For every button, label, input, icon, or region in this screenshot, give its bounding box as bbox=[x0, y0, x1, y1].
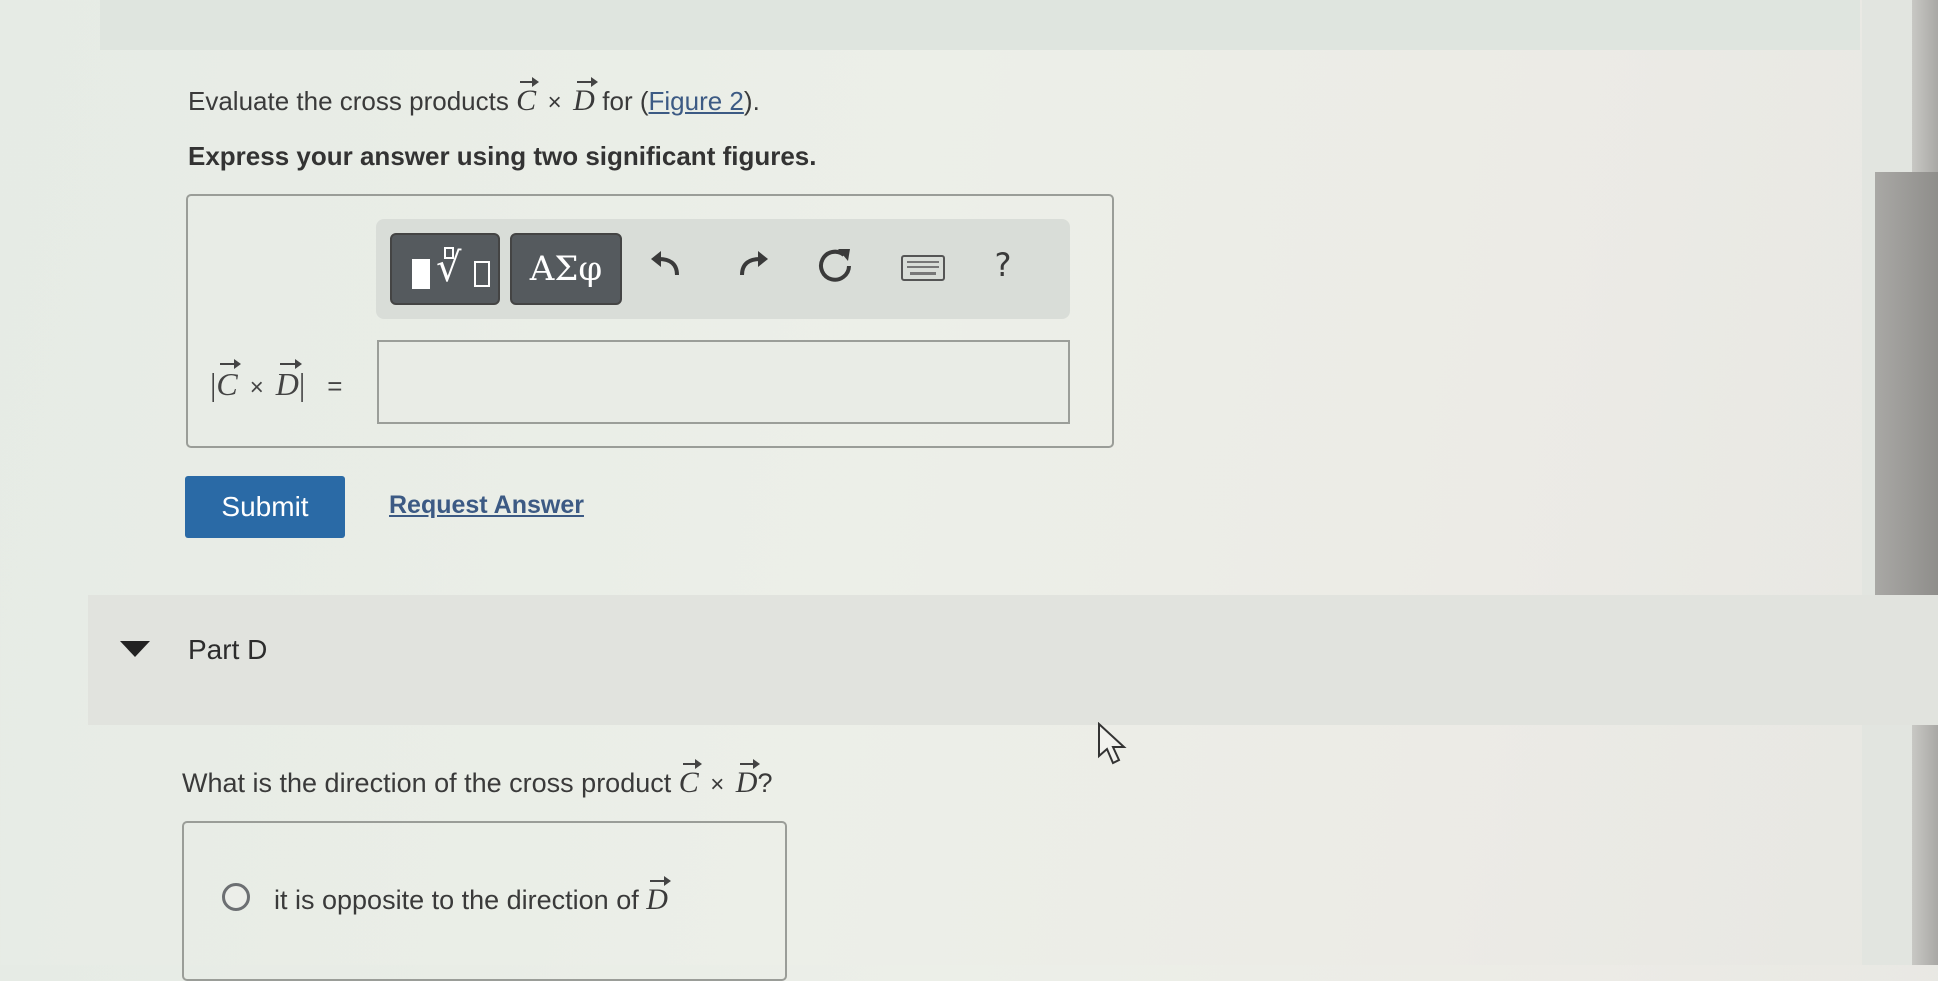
vector-d: D bbox=[573, 77, 598, 117]
label-vector-d: D bbox=[275, 359, 302, 402]
figure-link[interactable]: Figure 2 bbox=[649, 86, 744, 116]
equals-sign: = bbox=[327, 371, 343, 401]
greek-symbols-button[interactable]: ΑΣφ bbox=[510, 233, 622, 305]
cross-symbol: × bbox=[547, 89, 562, 116]
request-answer-link[interactable]: Request Answer bbox=[389, 491, 584, 520]
part-d-header[interactable] bbox=[88, 595, 1938, 725]
part-d-question-suffix: ? bbox=[757, 768, 773, 798]
intro-suffix: ). bbox=[743, 86, 760, 116]
abs-close: | bbox=[298, 366, 306, 402]
template-box-icon bbox=[474, 261, 490, 287]
sqrt-icon: √ bbox=[436, 245, 462, 291]
q-vector-d: D bbox=[735, 759, 761, 799]
instruction-text: Express your answer using two significan… bbox=[188, 141, 817, 171]
choice-1-radio[interactable] bbox=[222, 883, 250, 911]
part-d-title: Part D bbox=[188, 634, 268, 665]
reset-button[interactable] bbox=[810, 245, 860, 295]
answer-input[interactable] bbox=[377, 340, 1070, 424]
submit-button[interactable]: Submit bbox=[185, 476, 345, 538]
keyboard-button[interactable] bbox=[893, 245, 953, 295]
answer-label: |C × D| = bbox=[210, 359, 343, 403]
question-intro: Evaluate the cross products C × D for (F… bbox=[188, 77, 760, 118]
intro-prefix: Evaluate the cross products bbox=[188, 86, 509, 116]
top-bar bbox=[100, 0, 1860, 50]
label-cross-symbol: × bbox=[249, 374, 264, 401]
q-vector-c: C bbox=[678, 759, 702, 799]
mouse-cursor-icon bbox=[1098, 722, 1127, 765]
template-block-icon bbox=[412, 259, 430, 289]
q-cross-symbol: × bbox=[710, 771, 725, 798]
keyboard-icon bbox=[901, 255, 945, 281]
label-vector-c: C bbox=[216, 359, 242, 402]
intro-for: for ( bbox=[602, 86, 649, 116]
help-button[interactable]: ? bbox=[978, 245, 1028, 295]
redo-button[interactable] bbox=[727, 245, 777, 295]
choice-1-label[interactable]: it is opposite to the direction of D bbox=[274, 876, 671, 917]
reset-icon bbox=[819, 249, 851, 282]
choice-vector-d: D bbox=[646, 876, 671, 916]
choice-1-text: it is opposite to the direction of bbox=[274, 885, 639, 915]
vector-c: C bbox=[516, 77, 540, 117]
redo-icon bbox=[740, 251, 768, 276]
templates-button[interactable]: √ bbox=[390, 233, 500, 305]
part-d-question: What is the direction of the cross produ… bbox=[182, 759, 773, 800]
collapse-triangle-icon[interactable] bbox=[120, 641, 150, 657]
undo-button[interactable] bbox=[642, 245, 692, 295]
undo-icon bbox=[651, 251, 679, 276]
part-d-question-prefix: What is the direction of the cross produ… bbox=[182, 768, 672, 798]
